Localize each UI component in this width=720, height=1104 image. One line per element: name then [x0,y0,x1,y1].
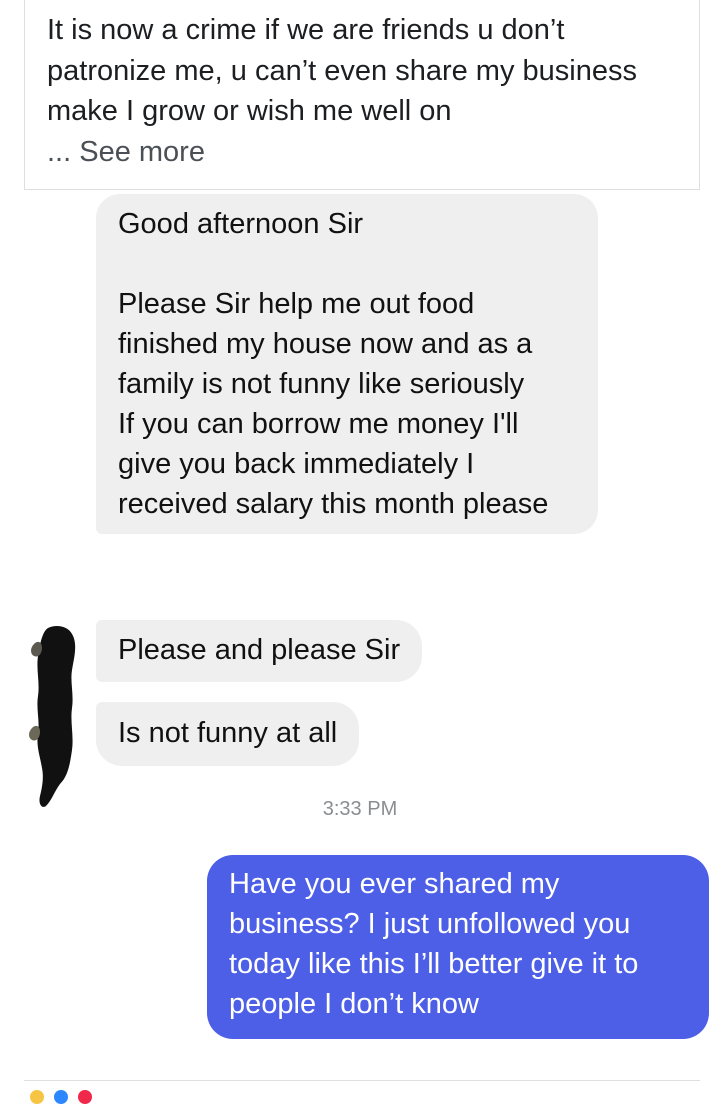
timestamp-text: 3:33 PM [322,798,398,820]
message-timestamp: 3:33 PM [0,798,720,821]
outgoing-message-bubble: Have you ever shared my business? I just… [207,855,709,1039]
incoming-message-bubble: Good afternoon Sir Please Sir help me ou… [96,194,598,534]
divider [24,1080,700,1081]
message-line: Please Sir help me out food finished my … [118,288,533,400]
see-more-link[interactable]: ... See more [47,136,205,168]
angry-reaction-icon [78,1090,92,1104]
post-body: It is now a crime if we are friends u do… [47,14,637,127]
chat-thread: Good afternoon Sir Please Sir help me ou… [0,190,720,1104]
love-reaction-icon [54,1090,68,1104]
reaction-icons[interactable] [30,1090,120,1104]
incoming-message-bubble: Please and please Sir [96,620,423,682]
message-line: If you can borrow me money I'll give you… [118,408,549,520]
post-text: It is now a crime if we are friends u do… [47,10,687,172]
incoming-message-bubble: Is not funny at all [96,702,360,766]
message-line: Good afternoon Sir [118,208,364,240]
like-reaction-icon [30,1090,44,1104]
redacted-avatar [29,626,76,807]
post-card: It is now a crime if we are friends u do… [24,0,700,190]
